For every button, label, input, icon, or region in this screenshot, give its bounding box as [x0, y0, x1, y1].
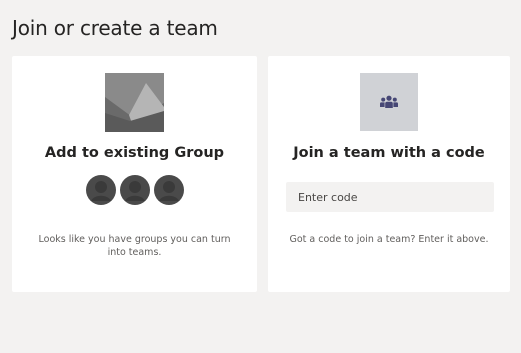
teams-tile: [360, 73, 418, 131]
person-avatar-icon: [153, 175, 184, 205]
person-avatar-icon: [85, 175, 116, 205]
join-with-code-description: Got a code to join a team? Enter it abov…: [289, 234, 489, 245]
person-avatar-icon: [119, 175, 150, 205]
join-with-code-title: Join a team with a code: [293, 145, 485, 161]
group-avatars: [12, 175, 257, 205]
landscape-placeholder-icon: [105, 73, 164, 132]
join-with-code-card: Join a team with a code Got a code to jo…: [268, 56, 510, 292]
page-title: Join or create a team: [12, 16, 218, 40]
team-code-input[interactable]: [286, 182, 494, 212]
add-existing-group-description: Looks like you have groups you can turn …: [38, 234, 231, 258]
add-existing-group-title: Add to existing Group: [44, 145, 225, 161]
people-group-icon: [380, 95, 398, 108]
add-existing-group-card[interactable]: Add to existing Group Looks like you hav…: [12, 56, 257, 292]
